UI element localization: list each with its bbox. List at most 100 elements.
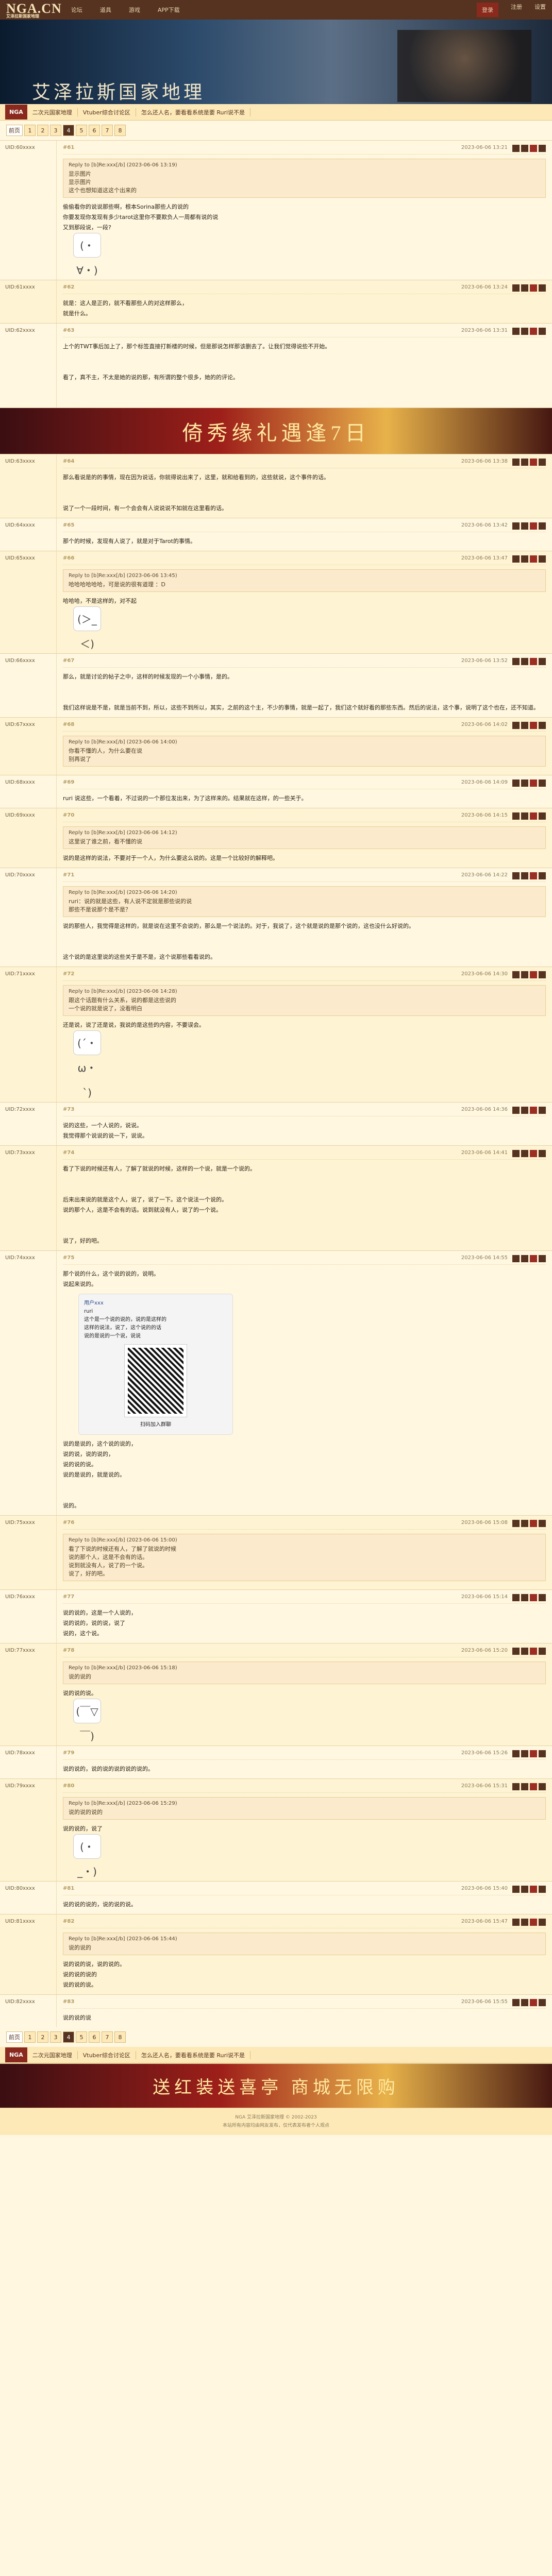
like-icon[interactable] xyxy=(530,722,537,729)
reply-icon[interactable] xyxy=(512,1255,520,1262)
user-id[interactable]: UID:66xxxx xyxy=(5,658,35,664)
ad-banner-bottom[interactable]: 送红装送喜亭 商城无限购 xyxy=(0,2063,552,2108)
user-id[interactable]: UID:79xxxx xyxy=(5,1783,35,1789)
more-icon[interactable] xyxy=(539,1783,546,1790)
user-id[interactable]: UID:81xxxx xyxy=(5,1919,35,1924)
reply-icon[interactable] xyxy=(512,722,520,729)
reply-icon[interactable] xyxy=(512,555,520,563)
page-link[interactable]: 8 xyxy=(114,2031,126,2043)
more-icon[interactable] xyxy=(539,779,546,787)
reply-icon[interactable] xyxy=(512,971,520,978)
like-icon[interactable] xyxy=(530,872,537,879)
reply-icon[interactable] xyxy=(512,779,520,787)
quote-icon[interactable] xyxy=(521,658,528,665)
user-id[interactable]: UID:73xxxx xyxy=(5,1150,35,1156)
floor-number[interactable]: #74 xyxy=(63,1150,74,1157)
more-icon[interactable] xyxy=(539,145,546,152)
nav-app[interactable]: APP下载 xyxy=(158,6,180,14)
user-id[interactable]: UID:63xxxx xyxy=(5,459,35,464)
more-icon[interactable] xyxy=(539,872,546,879)
floor-number[interactable]: #78 xyxy=(63,1648,74,1655)
page-link[interactable]: 4 xyxy=(63,2031,74,2043)
floor-number[interactable]: #70 xyxy=(63,812,74,820)
quote-icon[interactable] xyxy=(521,1886,528,1893)
quote-icon[interactable] xyxy=(521,1750,528,1757)
page-link[interactable]: 5 xyxy=(76,125,87,136)
like-icon[interactable] xyxy=(530,459,537,466)
quote-icon[interactable] xyxy=(521,1783,528,1790)
reply-icon[interactable] xyxy=(512,1150,520,1157)
quote-icon[interactable] xyxy=(521,284,528,292)
reply-icon[interactable] xyxy=(512,1594,520,1601)
breadcrumb-item[interactable]: 二次元国家地理 xyxy=(27,2050,78,2059)
more-icon[interactable] xyxy=(539,971,546,978)
reply-icon[interactable] xyxy=(512,145,520,152)
quote-icon[interactable] xyxy=(521,1520,528,1527)
quote-icon[interactable] xyxy=(521,1255,528,1262)
more-icon[interactable] xyxy=(539,328,546,335)
page-link[interactable]: 3 xyxy=(50,125,61,136)
floor-number[interactable]: #82 xyxy=(63,1919,74,1926)
user-id[interactable]: UID:75xxxx xyxy=(5,1520,35,1526)
like-icon[interactable] xyxy=(530,1919,537,1926)
floor-number[interactable]: #66 xyxy=(63,555,74,563)
user-id[interactable]: UID:76xxxx xyxy=(5,1594,35,1600)
floor-number[interactable]: #72 xyxy=(63,971,74,978)
register-button[interactable]: 注册 xyxy=(511,3,522,17)
like-icon[interactable] xyxy=(530,1107,537,1114)
page-link[interactable]: 1 xyxy=(24,2031,36,2043)
floor-number[interactable]: #79 xyxy=(63,1750,74,1757)
page-link[interactable]: 8 xyxy=(114,125,126,136)
floor-number[interactable]: #68 xyxy=(63,722,74,729)
quote-icon[interactable] xyxy=(521,1999,528,2006)
like-icon[interactable] xyxy=(530,1594,537,1601)
user-id[interactable]: UID:67xxxx xyxy=(5,722,35,727)
page-link[interactable]: 5 xyxy=(76,2031,87,2043)
floor-number[interactable]: #80 xyxy=(63,1783,74,1790)
more-icon[interactable] xyxy=(539,284,546,292)
like-icon[interactable] xyxy=(530,522,537,530)
user-id[interactable]: UID:78xxxx xyxy=(5,1750,35,1756)
nav-items[interactable]: 道具 xyxy=(100,6,111,14)
quote-icon[interactable] xyxy=(521,1150,528,1157)
user-id[interactable]: UID:72xxxx xyxy=(5,1107,35,1112)
quote-icon[interactable] xyxy=(521,459,528,466)
more-icon[interactable] xyxy=(539,555,546,563)
like-icon[interactable] xyxy=(530,1783,537,1790)
reply-icon[interactable] xyxy=(512,522,520,530)
user-id[interactable]: UID:80xxxx xyxy=(5,1886,35,1891)
quote-icon[interactable] xyxy=(521,722,528,729)
site-logo[interactable]: NGA.CN 艾泽拉斯国家地理 xyxy=(6,1,62,19)
quote-icon[interactable] xyxy=(521,522,528,530)
like-icon[interactable] xyxy=(530,1648,537,1655)
floor-number[interactable]: #71 xyxy=(63,872,74,879)
breadcrumb-home[interactable]: NGA xyxy=(5,2047,27,2062)
floor-number[interactable]: #83 xyxy=(63,1999,74,2006)
breadcrumb-item[interactable]: Vtuber综合讨论区 xyxy=(78,2050,136,2059)
more-icon[interactable] xyxy=(539,1520,546,1527)
more-icon[interactable] xyxy=(539,1999,546,2006)
user-id[interactable]: UID:62xxxx xyxy=(5,328,35,333)
quote-icon[interactable] xyxy=(521,1594,528,1601)
like-icon[interactable] xyxy=(530,1150,537,1157)
page-link[interactable]: 6 xyxy=(89,2031,100,2043)
more-icon[interactable] xyxy=(539,1919,546,1926)
page-link[interactable]: 6 xyxy=(89,125,100,136)
reply-icon[interactable] xyxy=(512,1648,520,1655)
more-icon[interactable] xyxy=(539,1750,546,1757)
quote-icon[interactable] xyxy=(521,779,528,787)
like-icon[interactable] xyxy=(530,1750,537,1757)
like-icon[interactable] xyxy=(530,284,537,292)
floor-number[interactable]: #73 xyxy=(63,1107,74,1114)
reply-icon[interactable] xyxy=(512,1520,520,1527)
quote-icon[interactable] xyxy=(521,812,528,820)
quote-icon[interactable] xyxy=(521,555,528,563)
floor-number[interactable]: #69 xyxy=(63,779,74,787)
user-id[interactable]: UID:82xxxx xyxy=(5,1999,35,2005)
like-icon[interactable] xyxy=(530,658,537,665)
floor-number[interactable]: #76 xyxy=(63,1520,74,1527)
more-icon[interactable] xyxy=(539,459,546,466)
more-icon[interactable] xyxy=(539,1107,546,1114)
reply-icon[interactable] xyxy=(512,284,520,292)
breadcrumb-item[interactable]: Vtuber综合讨论区 xyxy=(78,108,136,116)
